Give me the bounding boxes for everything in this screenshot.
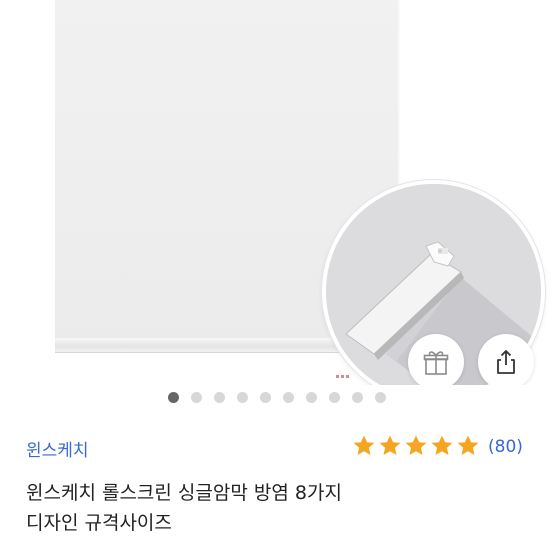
share-icon xyxy=(497,350,515,374)
carousel-dot[interactable] xyxy=(351,392,363,403)
carousel-dot[interactable] xyxy=(282,392,294,403)
carousel-dot[interactable] xyxy=(328,392,340,403)
star-icon xyxy=(379,435,401,455)
review-count-link[interactable]: (80) xyxy=(488,437,523,457)
carousel-dot[interactable] xyxy=(374,392,386,403)
carousel-dot[interactable] xyxy=(167,392,179,403)
carousel-dot[interactable] xyxy=(259,392,271,403)
carousel-dot[interactable] xyxy=(305,392,317,403)
star-icon xyxy=(353,435,375,455)
product-title: 윈스케치 롤스크린 싱글암막 방염 8가지 디자인 규격사이즈 xyxy=(26,478,526,538)
carousel-dot[interactable] xyxy=(213,392,225,403)
star-icon xyxy=(457,435,479,455)
carousel-dot[interactable] xyxy=(190,392,202,403)
gift-button[interactable] xyxy=(408,334,464,385)
star-icon xyxy=(431,435,453,455)
star-icon xyxy=(405,435,427,455)
product-title-line: 윈스케치 롤스크린 싱글암막 방염 8가지 xyxy=(26,482,342,504)
brand-link[interactable]: 윈스케치 xyxy=(26,436,89,461)
share-button[interactable] xyxy=(478,334,534,385)
product-title-line: 디자인 규격사이즈 xyxy=(26,512,172,534)
product-image[interactable] xyxy=(0,0,553,385)
carousel-dot[interactable] xyxy=(236,392,248,403)
carousel-indicator xyxy=(0,392,553,406)
gift-icon xyxy=(423,351,449,375)
